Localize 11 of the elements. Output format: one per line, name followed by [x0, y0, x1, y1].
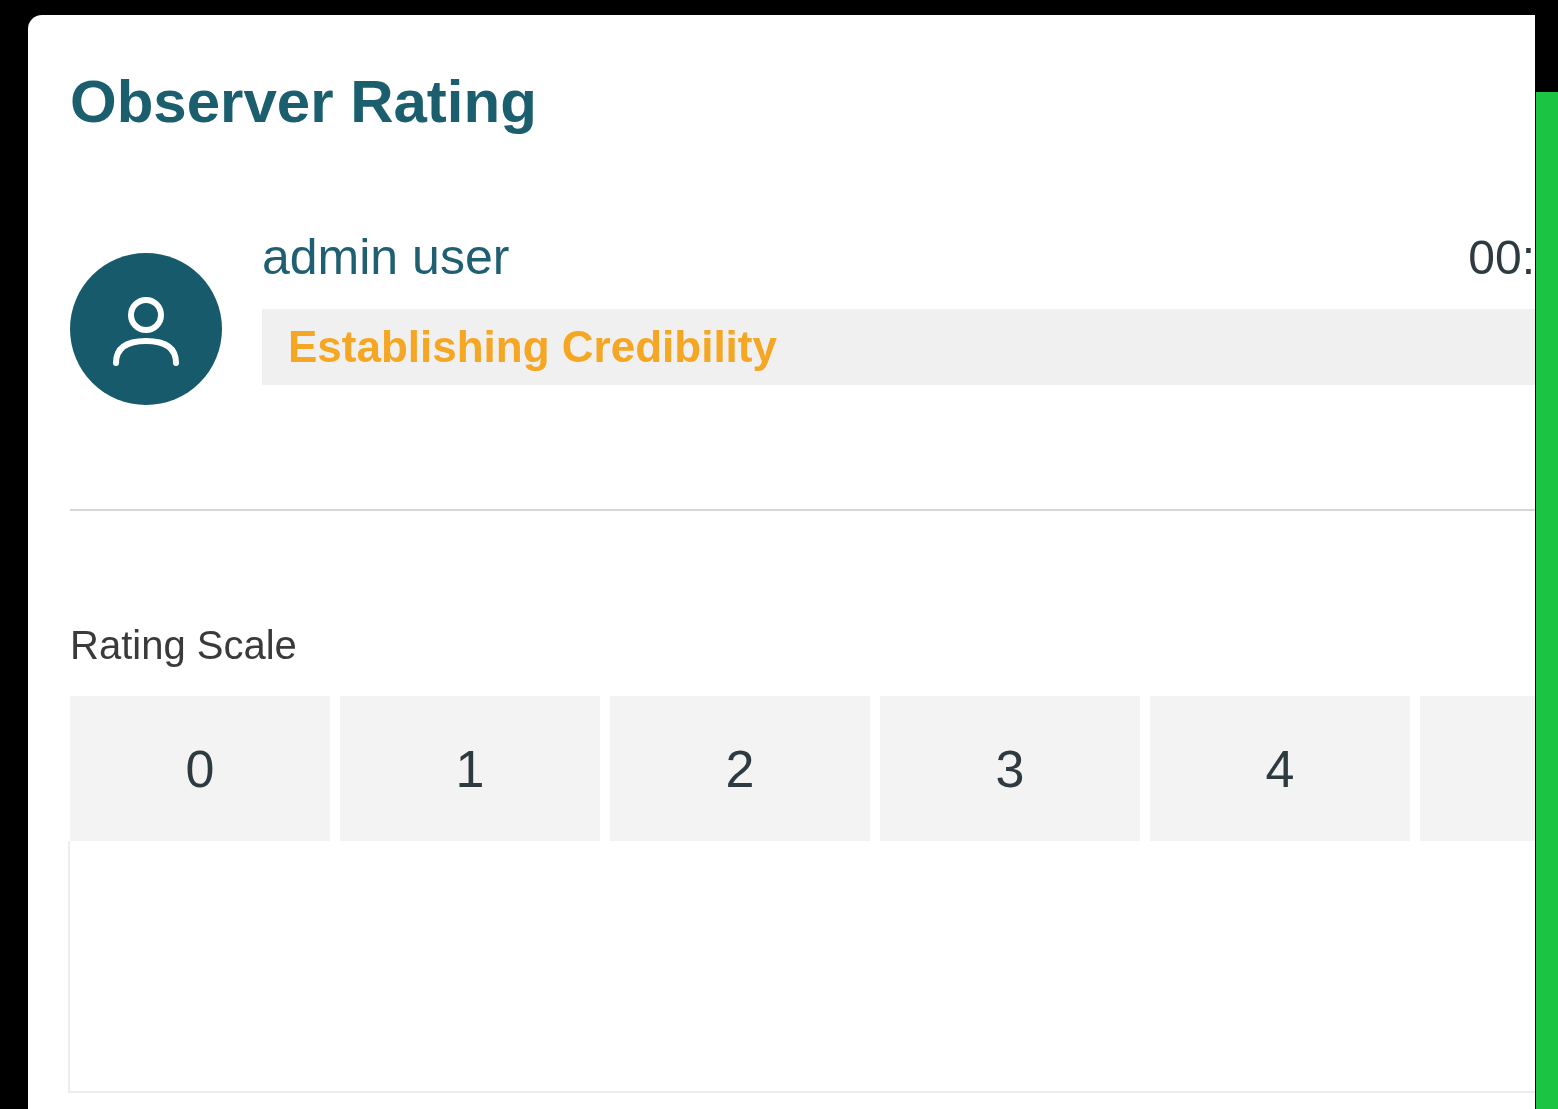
rating-option[interactable]: 1	[340, 696, 600, 841]
page-title: Observer Rating	[70, 67, 538, 137]
user-avatar-icon	[70, 253, 222, 405]
scale-label: Rating Scale	[70, 623, 297, 668]
rating-option[interactable]: 0	[70, 696, 330, 841]
rating-option[interactable]: 4	[1150, 696, 1410, 841]
observer-name: admin user	[262, 228, 510, 286]
topic-title: Establishing Credibility	[288, 322, 777, 372]
timer-text: 00:	[1468, 229, 1535, 285]
rating-option[interactable]: 2	[610, 696, 870, 841]
rating-option[interactable]: 3	[880, 696, 1140, 841]
